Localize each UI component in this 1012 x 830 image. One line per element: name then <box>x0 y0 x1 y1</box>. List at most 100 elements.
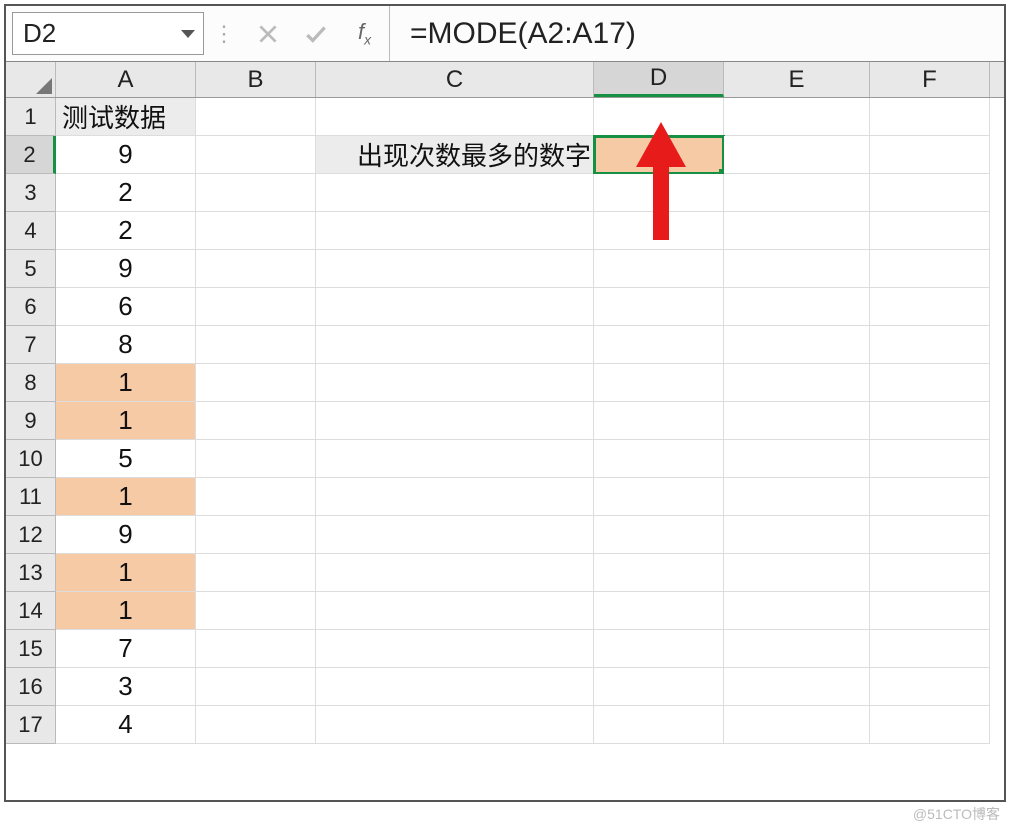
cell-F12[interactable] <box>870 516 990 554</box>
cell-A12[interactable]: 9 <box>56 516 196 554</box>
cell-A17[interactable]: 4 <box>56 706 196 744</box>
cell-E13[interactable] <box>724 554 870 592</box>
cell-A7[interactable]: 8 <box>56 326 196 364</box>
cell-D16[interactable] <box>594 668 724 706</box>
cell-D7[interactable] <box>594 326 724 364</box>
cell-D1[interactable] <box>594 98 724 136</box>
cell-E5[interactable] <box>724 250 870 288</box>
cell-B12[interactable] <box>196 516 316 554</box>
cell-B7[interactable] <box>196 326 316 364</box>
cell-A15[interactable]: 7 <box>56 630 196 668</box>
cell-A2[interactable]: 9 <box>56 136 196 174</box>
enter-icon[interactable] <box>292 6 340 61</box>
cell-E16[interactable] <box>724 668 870 706</box>
cell-C15[interactable] <box>316 630 594 668</box>
cell-A5[interactable]: 9 <box>56 250 196 288</box>
cell-B1[interactable] <box>196 98 316 136</box>
cell-C17[interactable] <box>316 706 594 744</box>
cell-F5[interactable] <box>870 250 990 288</box>
cell-B13[interactable] <box>196 554 316 592</box>
cell-F2[interactable] <box>870 136 990 174</box>
cell-B3[interactable] <box>196 174 316 212</box>
cell-C1[interactable] <box>316 98 594 136</box>
row-header-16[interactable]: 16 <box>6 668 56 706</box>
cell-D4[interactable] <box>594 212 724 250</box>
cell-C3[interactable] <box>316 174 594 212</box>
row-header-6[interactable]: 6 <box>6 288 56 326</box>
cell-B4[interactable] <box>196 212 316 250</box>
cell-E7[interactable] <box>724 326 870 364</box>
row-header-3[interactable]: 3 <box>6 174 56 212</box>
cancel-icon[interactable] <box>244 6 292 61</box>
cell-F4[interactable] <box>870 212 990 250</box>
cell-C4[interactable] <box>316 212 594 250</box>
cell-A9[interactable]: 1 <box>56 402 196 440</box>
cell-D5[interactable] <box>594 250 724 288</box>
row-header-1[interactable]: 1 <box>6 98 56 136</box>
cell-C8[interactable] <box>316 364 594 402</box>
row-header-2[interactable]: 2 <box>6 136 56 174</box>
fx-icon[interactable]: fx <box>340 6 390 61</box>
row-header-12[interactable]: 12 <box>6 516 56 554</box>
cell-A4[interactable]: 2 <box>56 212 196 250</box>
cell-B15[interactable] <box>196 630 316 668</box>
row-header-10[interactable]: 10 <box>6 440 56 478</box>
cell-D15[interactable] <box>594 630 724 668</box>
cell-E15[interactable] <box>724 630 870 668</box>
cell-B5[interactable] <box>196 250 316 288</box>
cell-D9[interactable] <box>594 402 724 440</box>
col-header-C[interactable]: C <box>316 62 594 97</box>
cell-C12[interactable] <box>316 516 594 554</box>
cell-F1[interactable] <box>870 98 990 136</box>
chevron-down-icon[interactable] <box>181 30 195 38</box>
cell-B17[interactable] <box>196 706 316 744</box>
cell-C7[interactable] <box>316 326 594 364</box>
row-header-7[interactable]: 7 <box>6 326 56 364</box>
cell-A13[interactable]: 1 <box>56 554 196 592</box>
cell-C16[interactable] <box>316 668 594 706</box>
cell-A11[interactable]: 1 <box>56 478 196 516</box>
row-header-4[interactable]: 4 <box>6 212 56 250</box>
cell-D14[interactable] <box>594 592 724 630</box>
cell-F9[interactable] <box>870 402 990 440</box>
formula-input[interactable]: =MODE(A2:A17) <box>396 6 1004 61</box>
row-header-5[interactable]: 5 <box>6 250 56 288</box>
col-header-E[interactable]: E <box>724 62 870 97</box>
name-box[interactable]: D2 <box>12 12 204 55</box>
cell-F8[interactable] <box>870 364 990 402</box>
cell-B8[interactable] <box>196 364 316 402</box>
cell-E12[interactable] <box>724 516 870 554</box>
cell-D17[interactable] <box>594 706 724 744</box>
cell-C10[interactable] <box>316 440 594 478</box>
cell-A3[interactable]: 2 <box>56 174 196 212</box>
cell-A14[interactable]: 1 <box>56 592 196 630</box>
cell-F15[interactable] <box>870 630 990 668</box>
cell-E4[interactable] <box>724 212 870 250</box>
cell-D8[interactable] <box>594 364 724 402</box>
cell-C14[interactable] <box>316 592 594 630</box>
cell-E3[interactable] <box>724 174 870 212</box>
cell-A1[interactable]: 测试数据 <box>56 98 196 136</box>
cell-C13[interactable] <box>316 554 594 592</box>
cell-F13[interactable] <box>870 554 990 592</box>
row-header-8[interactable]: 8 <box>6 364 56 402</box>
cell-C9[interactable] <box>316 402 594 440</box>
cell-F6[interactable] <box>870 288 990 326</box>
cell-F14[interactable] <box>870 592 990 630</box>
cell-E9[interactable] <box>724 402 870 440</box>
cell-F17[interactable] <box>870 706 990 744</box>
select-all-corner[interactable] <box>6 62 56 97</box>
cell-E14[interactable] <box>724 592 870 630</box>
cell-D11[interactable] <box>594 478 724 516</box>
cell-B11[interactable] <box>196 478 316 516</box>
cell-F3[interactable] <box>870 174 990 212</box>
cell-D12[interactable] <box>594 516 724 554</box>
cell-D6[interactable] <box>594 288 724 326</box>
row-header-13[interactable]: 13 <box>6 554 56 592</box>
row-header-15[interactable]: 15 <box>6 630 56 668</box>
cell-D10[interactable] <box>594 440 724 478</box>
cell-C11[interactable] <box>316 478 594 516</box>
cell-B6[interactable] <box>196 288 316 326</box>
cell-A16[interactable]: 3 <box>56 668 196 706</box>
cell-E2[interactable] <box>724 136 870 174</box>
